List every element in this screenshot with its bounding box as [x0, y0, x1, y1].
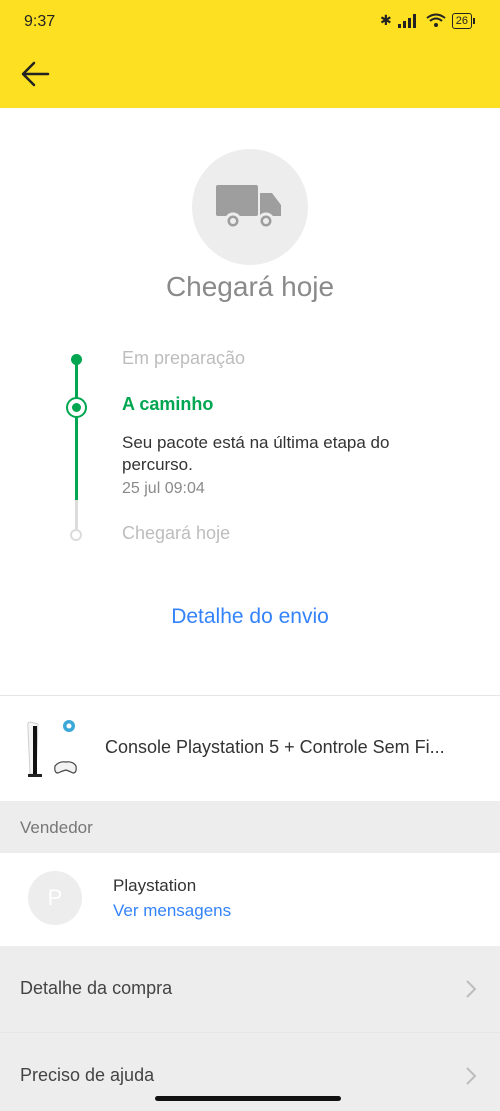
- status-bar: 9:37 ✱ 26: [0, 0, 500, 38]
- chevron-right-icon: [466, 980, 477, 998]
- timeline-progress-line: [75, 360, 78, 500]
- app-bar: [0, 38, 500, 108]
- tracking-section: Chegará hoje Em preparação A caminho Seu…: [0, 108, 500, 695]
- timeline-dot-done: [71, 354, 82, 365]
- timeline-step-on-the-way: A caminho: [122, 394, 214, 414]
- help-label: Preciso de ajuda: [20, 1065, 155, 1085]
- product-row[interactable]: Console Playstation 5 + Controle Sem Fi.…: [0, 696, 500, 801]
- signal-icon: [397, 13, 416, 28]
- view-messages-link[interactable]: Ver mensagens: [113, 901, 231, 921]
- battery-icon: 26: [451, 12, 476, 29]
- status-icons: ✱ 26: [380, 12, 476, 29]
- home-indicator[interactable]: [155, 1096, 341, 1101]
- seller-avatar: P: [28, 871, 82, 925]
- bluetooth-icon: ✱: [380, 12, 392, 28]
- product-name: Console Playstation 5 + Controle Sem Fi.…: [105, 737, 445, 757]
- seller-card: P Playstation Ver mensagens: [0, 853, 500, 946]
- timeline-step-description: Seu pacote está na última etapa do percu…: [122, 433, 390, 474]
- chevron-right-icon: [466, 1067, 477, 1085]
- seller-section-header: Vendedor: [0, 801, 500, 853]
- timeline-step-date: 25 jul 09:04: [122, 480, 205, 497]
- back-arrow-icon[interactable]: [18, 56, 54, 92]
- seller-name: Playstation: [113, 876, 197, 895]
- purchase-detail-row[interactable]: Detalhe da compra: [0, 946, 500, 1032]
- wifi-icon: [426, 13, 446, 27]
- purchase-detail-label: Detalhe da compra: [20, 978, 173, 998]
- shipping-detail-link[interactable]: Detalhe do envio: [0, 605, 500, 629]
- product-thumbnail: [27, 720, 77, 777]
- timeline-dot-pending: [70, 529, 82, 541]
- seller-section-label: Vendedor: [20, 818, 93, 837]
- timeline-step-arrival: Chegará hoje: [122, 523, 231, 543]
- status-time: 9:37: [24, 13, 56, 30]
- timeline-dot-current: [66, 397, 87, 418]
- timeline-step-preparation: Em preparação: [122, 348, 246, 368]
